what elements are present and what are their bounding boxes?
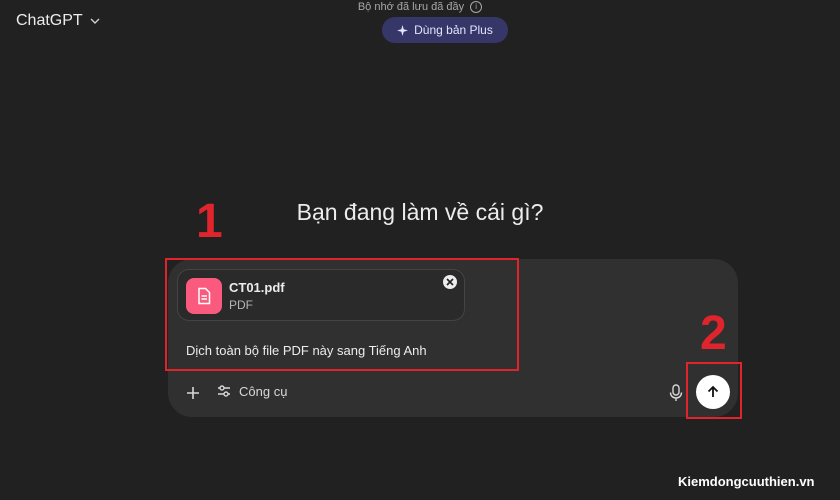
upgrade-plus-label: Dùng bản Plus: [414, 23, 493, 37]
memory-notice: Bộ nhớ đã lưu đã đầy i: [0, 0, 840, 14]
tools-label: Công cụ: [239, 383, 288, 399]
page-heading: Bạn đang làm về cái gì?: [296, 199, 544, 225]
info-icon[interactable]: i: [470, 1, 483, 13]
tools-button[interactable]: Công cụ: [216, 383, 287, 399]
model-selector[interactable]: ChatGPT: [16, 12, 101, 30]
chevron-down-icon: [90, 18, 100, 24]
annotation-box-2: [686, 362, 742, 419]
annotation-number-1: 1: [196, 195, 223, 248]
microphone-icon[interactable]: [668, 384, 684, 402]
upgrade-plus-button[interactable]: Dùng bản Plus: [382, 17, 508, 43]
watermark: Kiemdongcuuthien.vn: [678, 474, 815, 489]
sparkle-icon: [397, 24, 409, 36]
app-title: ChatGPT: [16, 12, 83, 29]
add-icon[interactable]: [184, 384, 202, 402]
sliders-icon: [218, 385, 230, 397]
annotation-number-2: 2: [700, 307, 727, 360]
memory-notice-text: Bộ nhớ đã lưu đã đầy: [357, 1, 465, 13]
annotation-box-1: [165, 258, 519, 371]
